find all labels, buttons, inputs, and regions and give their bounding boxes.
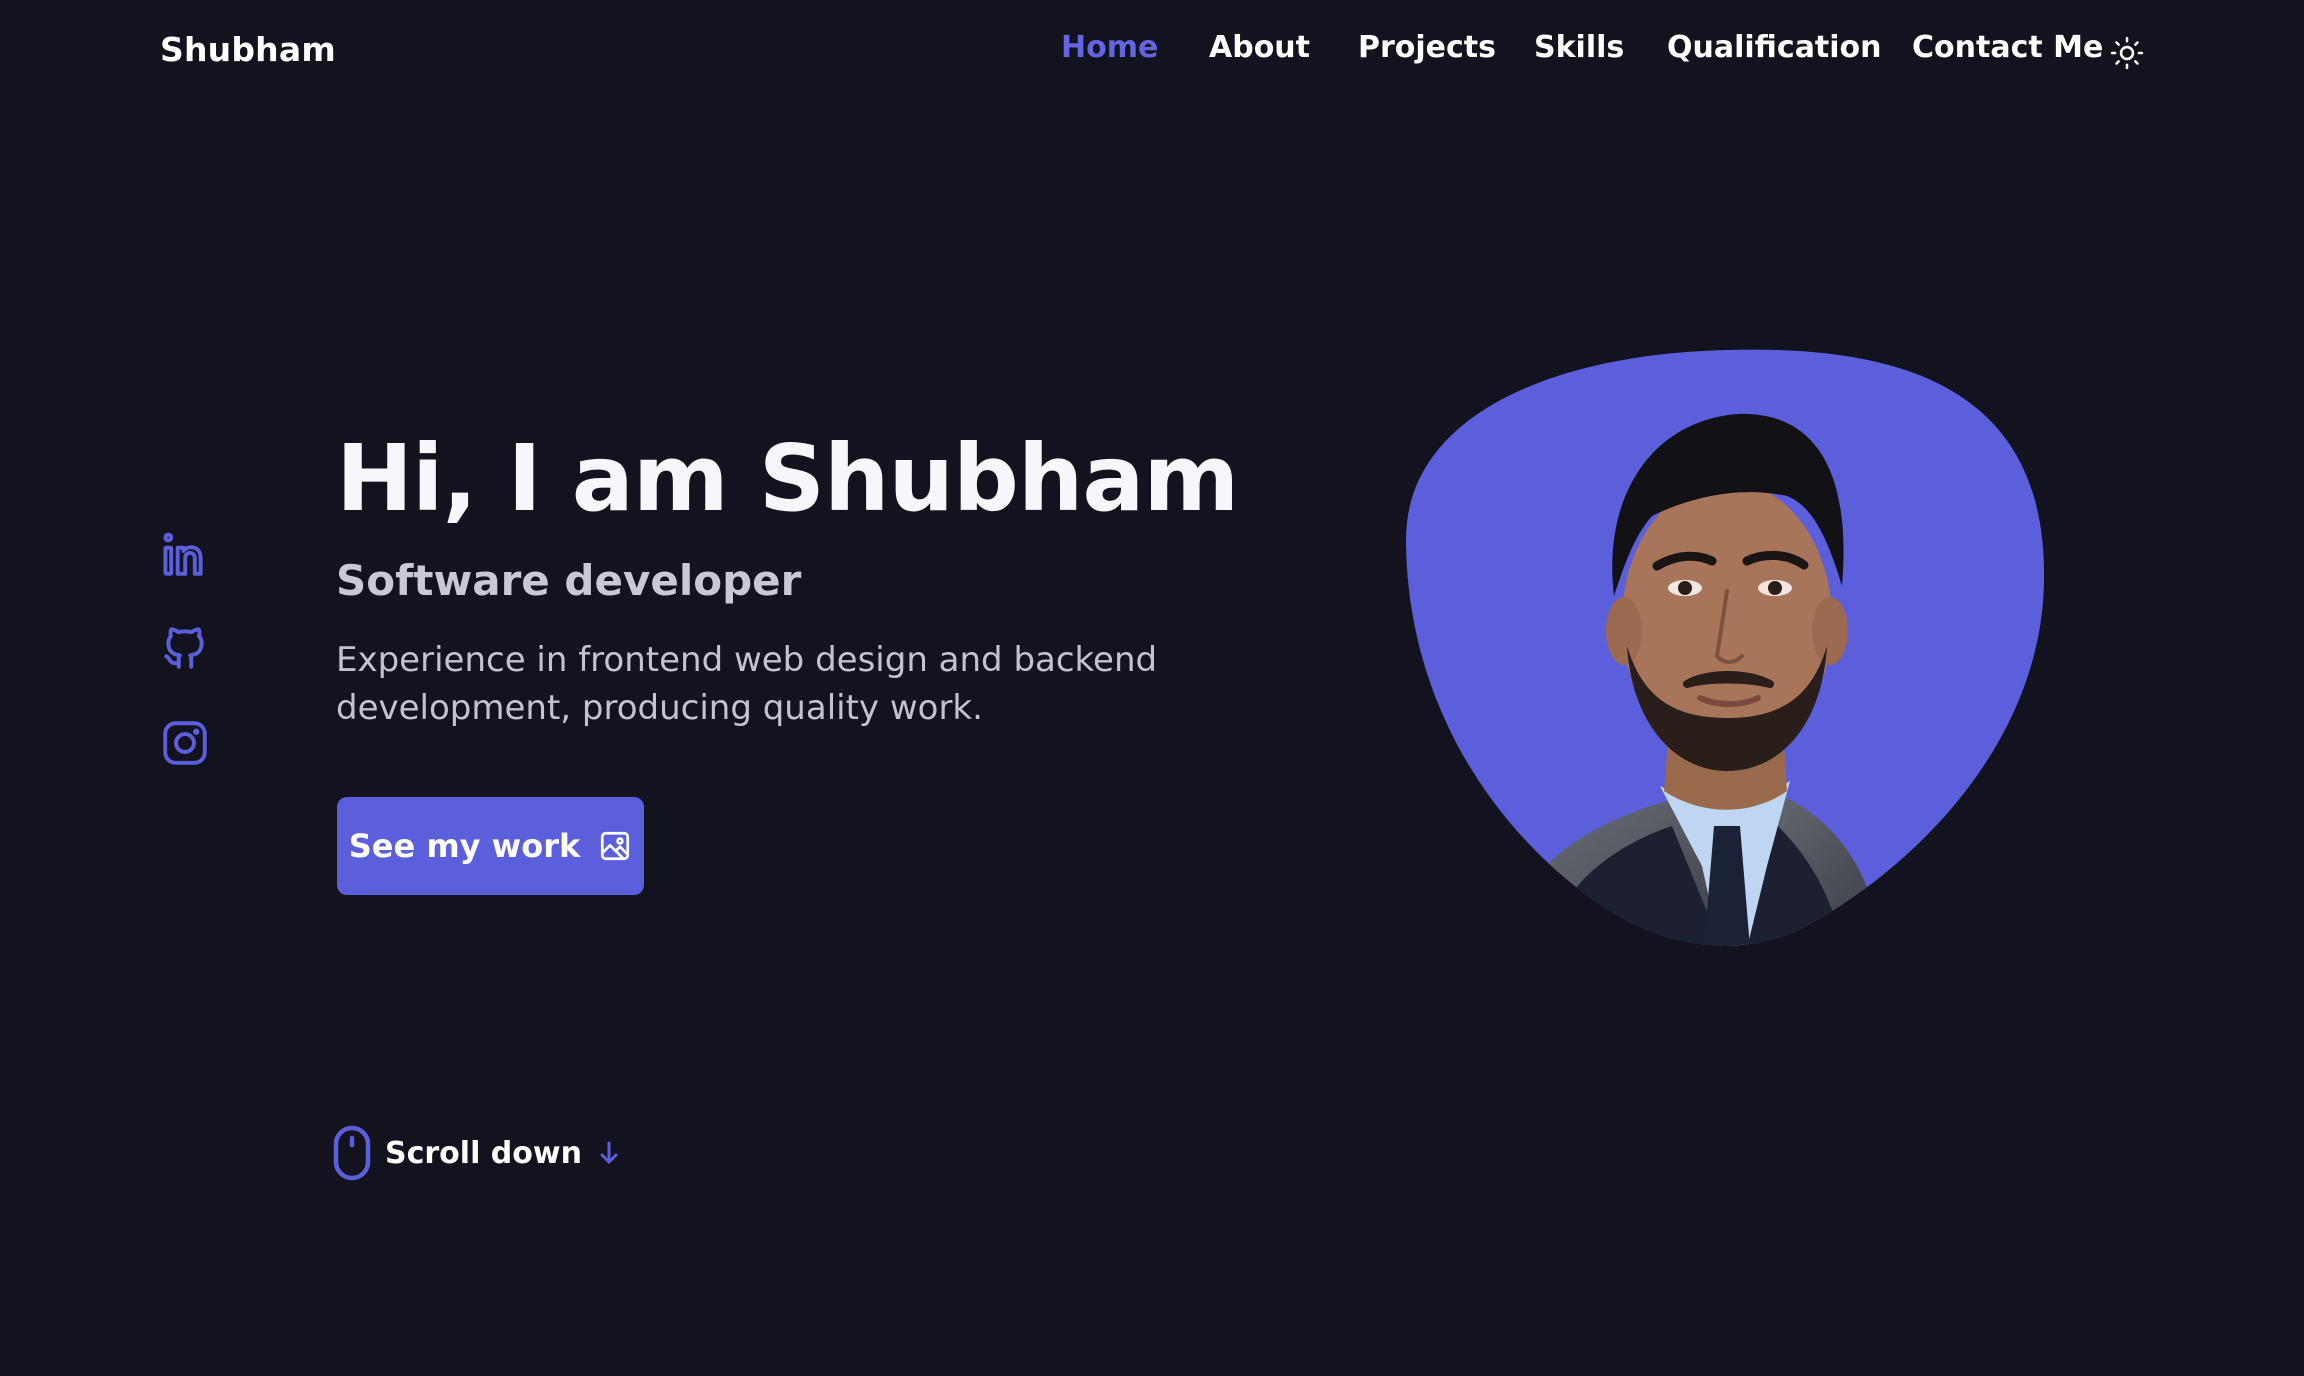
github-link[interactable]: [160, 623, 210, 673]
theme-toggle-button[interactable]: [2110, 36, 2144, 70]
instagram-icon: [163, 721, 207, 765]
hero-title: Hi, I am Shubham: [336, 425, 1239, 532]
hero-description: Experience in frontend web design and ba…: [336, 640, 1158, 728]
sun-icon: [2110, 36, 2144, 70]
navbar: Shubham Home About Projects Skills Quali…: [0, 0, 2304, 106]
nav-menu: Home About Projects Skills Qualification…: [0, 30, 2304, 78]
nav-item-skills[interactable]: Skills: [1534, 30, 1624, 65]
nav-item-about[interactable]: About: [1209, 30, 1310, 65]
nav-item-contact[interactable]: Contact Me: [1912, 30, 2103, 65]
instagram-link[interactable]: [160, 718, 210, 768]
linkedin-icon: [163, 532, 203, 576]
see-my-work-label: See my work: [348, 827, 581, 865]
image-icon: [601, 831, 630, 861]
see-my-work-button[interactable]: See my work: [337, 797, 644, 895]
nav-item-home[interactable]: Home: [1061, 30, 1158, 65]
mouse-icon: [333, 1125, 371, 1181]
github-icon: [164, 627, 204, 669]
nav-item-qualification[interactable]: Qualification: [1667, 30, 1882, 65]
scroll-down-label: Scroll down: [385, 1135, 582, 1171]
scroll-down-link[interactable]: Scroll down: [333, 1125, 620, 1181]
linkedin-link[interactable]: [160, 530, 210, 580]
nav-item-projects[interactable]: Projects: [1358, 30, 1496, 65]
arrow-down-icon: [600, 1141, 618, 1164]
hero-subtitle: Software developer: [336, 556, 802, 605]
profile-photo: [1402, 346, 2052, 948]
